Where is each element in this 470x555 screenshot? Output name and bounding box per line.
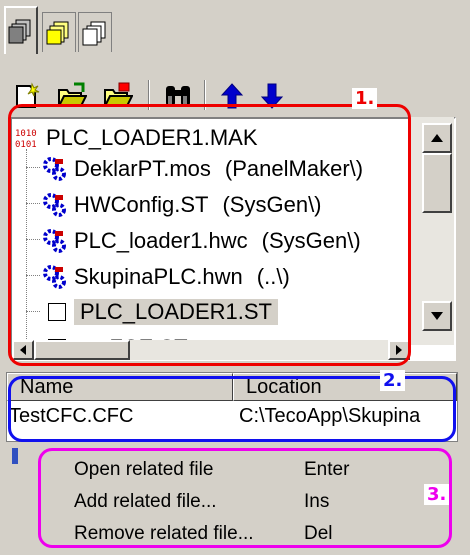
annotation-label-2: 2.: [380, 370, 406, 391]
tab-files[interactable]: [42, 12, 76, 52]
objects-tab-icon: [8, 19, 31, 44]
annotation-label-1: 1.: [352, 88, 378, 109]
annotation-label-3: 3.: [424, 484, 450, 505]
scroll-down-button[interactable]: [422, 301, 452, 331]
scroll-up-arrow-icon: [431, 134, 443, 142]
tab-pages[interactable]: [78, 12, 112, 52]
pages-tab-icon: [82, 21, 106, 45]
annotation-frame-3: [38, 448, 452, 548]
tab-objects[interactable]: [4, 6, 38, 54]
files-tab-icon: [46, 21, 69, 44]
splitter-handle: [12, 448, 18, 464]
scroll-down-arrow-icon: [431, 312, 443, 320]
scroll-up-button[interactable]: [422, 123, 452, 153]
tree-vertical-scrollbar[interactable]: [410, 117, 454, 345]
annotation-frame-1: [8, 104, 411, 366]
scroll-thumb[interactable]: [422, 153, 452, 213]
